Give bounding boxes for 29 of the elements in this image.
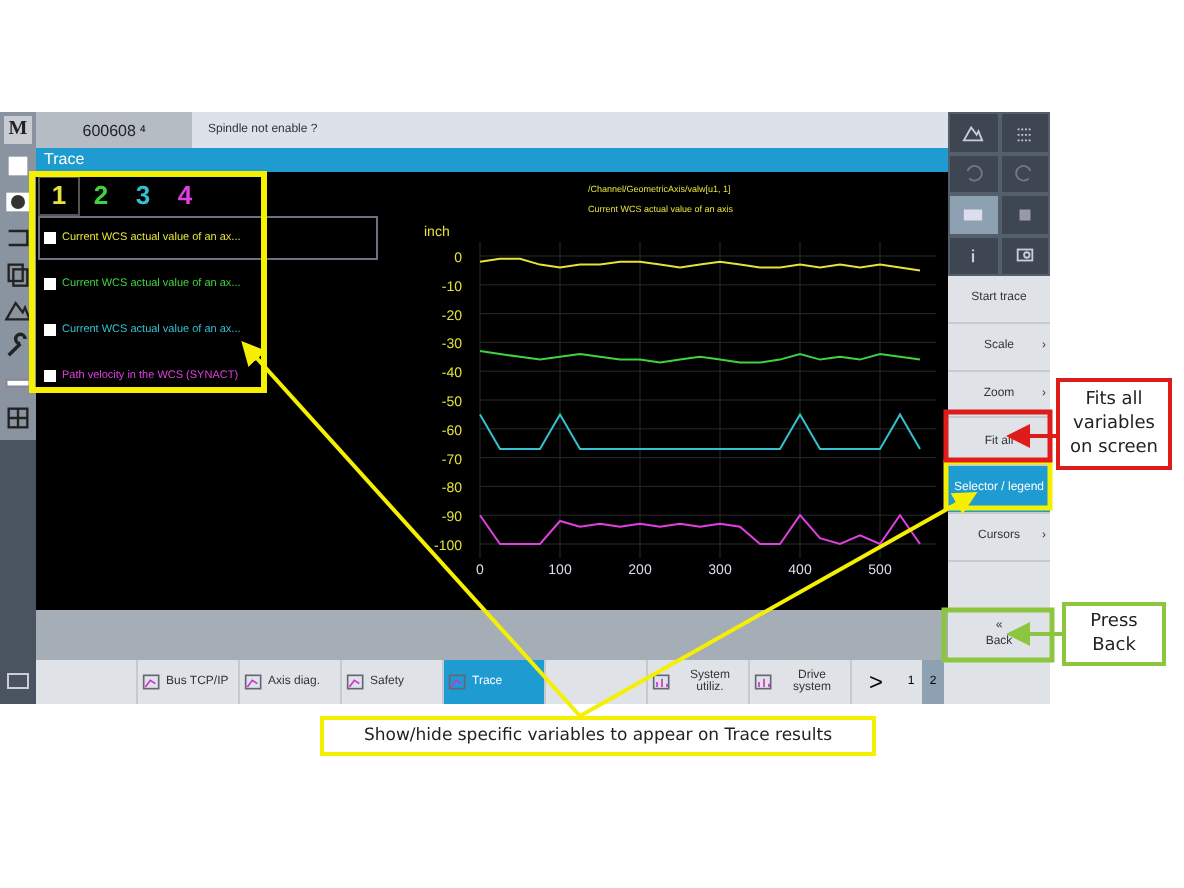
checkbox[interactable]: [44, 324, 56, 336]
m-logo[interactable]: M: [4, 116, 32, 144]
chart-icon: [448, 672, 468, 692]
legend-tab[interactable]: 4: [164, 176, 206, 216]
chart-icon: [244, 672, 264, 692]
mountain-icon[interactable]: [4, 296, 32, 324]
mountain-icon[interactable]: [962, 121, 985, 144]
highlight-frame: [943, 409, 1053, 463]
callout: Fits all variables on screen: [1056, 378, 1172, 470]
bar-chart-icon: [652, 672, 672, 692]
highlight-frame: [941, 607, 1055, 663]
checkbox[interactable]: [44, 278, 56, 290]
checkbox[interactable]: [44, 232, 56, 244]
camera-icon[interactable]: [1013, 244, 1036, 267]
bar-chart-icon: [754, 672, 774, 692]
panel-title: Trace: [36, 148, 948, 172]
bracket-icon[interactable]: [4, 224, 32, 252]
callout: Press Back: [1062, 602, 1166, 666]
legend-tab[interactable]: 3: [122, 176, 164, 216]
chart-icon: [142, 672, 162, 692]
checkbox[interactable]: [44, 370, 56, 382]
wrench-icon[interactable]: [4, 332, 32, 360]
grid-icon[interactable]: [4, 404, 32, 432]
pages-icon[interactable]: [4, 260, 32, 288]
legend-tab[interactable]: 2: [80, 176, 122, 216]
callout: Show/hide specific variables to appear on Trace results: [320, 716, 876, 756]
highlight-frame: [943, 459, 1053, 511]
legend-tab[interactable]: 1: [38, 176, 80, 216]
chart-icon: [346, 672, 366, 692]
